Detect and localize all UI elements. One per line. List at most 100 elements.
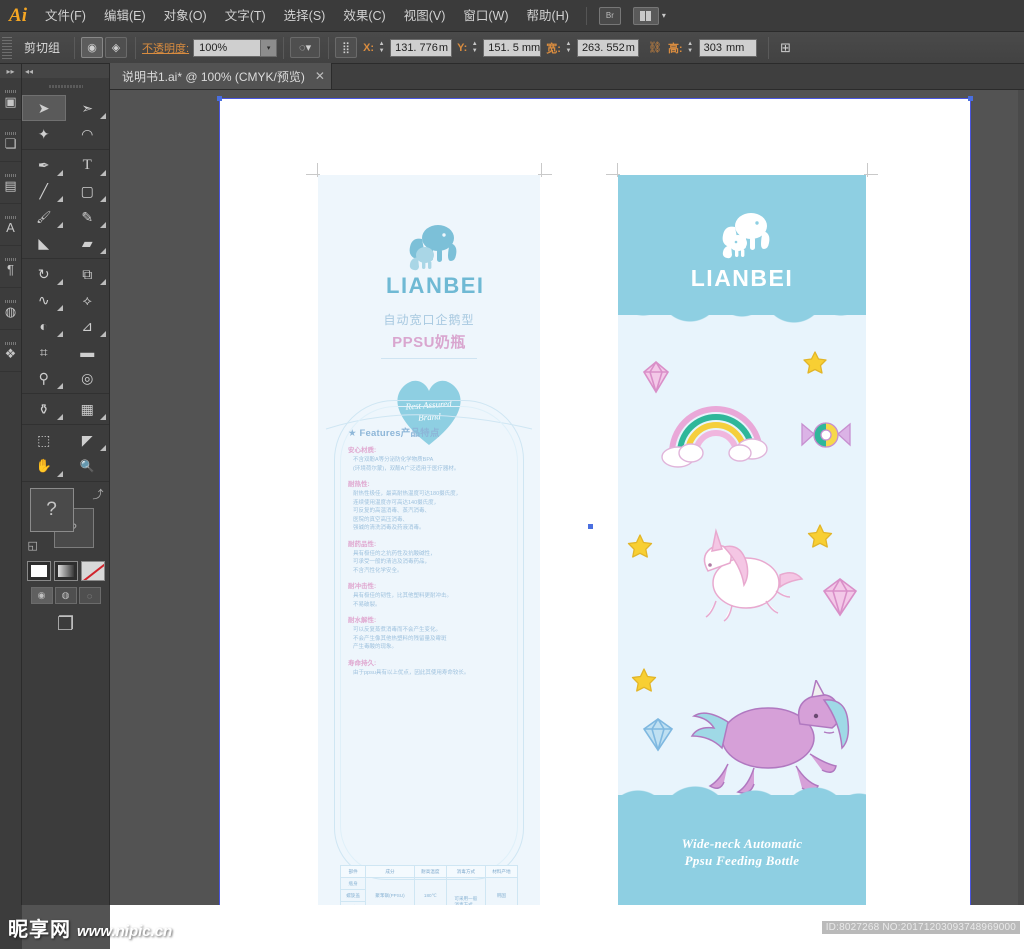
width-tool[interactable]: ∿: [22, 287, 66, 313]
paintbrush-tool[interactable]: 🖌: [22, 204, 66, 230]
layers-icon: ❖: [4, 345, 17, 361]
menu-type[interactable]: 文字(T): [216, 0, 275, 32]
artboard-tool[interactable]: ⬚: [22, 427, 66, 453]
swap-fill-stroke-icon[interactable]: ⤴: [93, 486, 104, 502]
eraser-tool[interactable]: ▰: [66, 230, 110, 256]
paragraph-icon: ¶: [7, 261, 14, 277]
features-block: ★ Features产品特点 安心材质: 不含双酚A等分泌防化学物质BPA (环…: [348, 425, 514, 677]
yellow-star-icon: [631, 668, 657, 692]
x-stepper[interactable]: ▲ ▼: [376, 39, 387, 57]
bridge-icon[interactable]: Br: [598, 6, 621, 25]
rotate-tool[interactable]: ↻: [22, 261, 66, 287]
fill-swatch[interactable]: ?: [29, 488, 74, 532]
pencil-tool[interactable]: ✎: [66, 204, 110, 230]
column-graph-tool[interactable]: ▦: [66, 396, 110, 422]
feature-section: 耐热性: 耐热性极佳，最高耐热温度可达180摄氏度， 连续使用温度亦可高达140…: [348, 478, 514, 533]
control-bar-grip[interactable]: [2, 36, 12, 59]
symbol-sprayer-tool[interactable]: ⚱: [22, 396, 66, 422]
panel-brushes[interactable]: ◍: [0, 288, 21, 330]
chevron-down-icon[interactable]: ▾: [260, 39, 277, 56]
menu-edit[interactable]: 编辑(E): [95, 0, 155, 32]
pencil-icon: ✎: [81, 208, 94, 225]
type-tool[interactable]: T: [66, 152, 110, 178]
yellow-star-icon: [807, 524, 833, 548]
panel-artboards[interactable]: ▣: [0, 78, 21, 120]
scale-tool[interactable]: ⧉: [66, 261, 110, 287]
panel-character[interactable]: A: [0, 204, 21, 246]
artwork-right-page[interactable]: LIANBEI Wide-neck Automatic Ppsu Feeding…: [618, 175, 866, 905]
zoom-tool[interactable]: 🔍: [66, 453, 110, 479]
eyedropper-tool[interactable]: ⚲: [22, 365, 66, 391]
left-page-logo: LIANBEI: [386, 221, 483, 299]
transform-each-icon[interactable]: ◈: [105, 37, 128, 58]
close-icon[interactable]: ✕: [315, 69, 325, 83]
pen-tool[interactable]: ✒: [22, 152, 66, 178]
canvas-area[interactable]: LIANBEI 自动宽口企鹅型 PPSU奶瓶 Rest Assured Bran…: [110, 90, 1024, 905]
center-anchor-point[interactable]: [588, 524, 593, 529]
height-stepper[interactable]: ▲ ▼: [685, 39, 696, 57]
draw-normal-mode[interactable]: ◉: [30, 587, 53, 604]
rectangle-tool[interactable]: ▢: [66, 178, 110, 204]
menu-file[interactable]: 文件(F): [36, 0, 95, 32]
y-stepper[interactable]: ▲ ▼: [469, 39, 480, 57]
color-swatch[interactable]: [26, 561, 51, 581]
panel-pathfinder[interactable]: ❏: [0, 120, 21, 162]
draw-inside-mode[interactable]: ◌: [78, 587, 101, 604]
isolate-selected-icon[interactable]: ◉: [81, 37, 104, 58]
free-transform-tool[interactable]: ⟡: [66, 287, 110, 313]
chevron-down-icon[interactable]: ▾: [662, 11, 666, 20]
menu-object[interactable]: 对象(O): [155, 0, 216, 32]
menu-effect[interactable]: 效果(C): [334, 0, 394, 32]
reference-point-icon[interactable]: ⣿: [335, 37, 358, 58]
document-tab[interactable]: 说明书1.ai* @ 100% (CMYK/预览) ✕: [110, 63, 332, 89]
panel-paragraph[interactable]: ¶: [0, 246, 21, 288]
crop-mark: [867, 163, 868, 177]
expand-panels-icon[interactable]: ▸▸: [0, 64, 21, 78]
selection-tool[interactable]: ➤: [22, 95, 66, 121]
gradient-swatch[interactable]: [53, 561, 78, 581]
change-screen-mode-icon[interactable]: ❐: [57, 613, 74, 636]
menu-window[interactable]: 窗口(W): [454, 0, 517, 32]
fill-stroke-indicator: ? ? ⤴ ◱: [28, 486, 104, 552]
menu-view[interactable]: 视图(V): [395, 0, 455, 32]
opacity-label[interactable]: 不透明度:: [142, 40, 189, 56]
width-label: 宽:: [546, 42, 561, 55]
none-swatch[interactable]: [80, 561, 105, 581]
direct-selection-tool[interactable]: ➣: [66, 95, 110, 121]
graphic-style-icon[interactable]: ◌▾: [290, 37, 321, 58]
line-segment-tool[interactable]: ╱: [22, 178, 66, 204]
magic-wand-tool[interactable]: ✦: [22, 121, 66, 147]
perspective-grid-tool[interactable]: ⊿: [66, 313, 110, 339]
panel-layers[interactable]: ❖: [0, 330, 21, 372]
lasso-tool[interactable]: ◠: [66, 121, 110, 147]
selection-tool-icon: ➤: [37, 99, 50, 116]
menu-select[interactable]: 选择(S): [275, 0, 335, 32]
y-value: 151. 5: [488, 41, 519, 54]
hand-tool[interactable]: ✋: [22, 453, 66, 479]
blend-tool[interactable]: ◎: [66, 365, 110, 391]
shape-builder-icon: ◐: [39, 318, 48, 334]
draw-behind-icon: ◍: [61, 590, 70, 600]
shape-builder-tool[interactable]: ◐: [22, 313, 66, 339]
menu-help[interactable]: 帮助(H): [518, 0, 578, 32]
transform-panel-icon[interactable]: ⊞: [775, 37, 797, 58]
feature-heading: 耐热性:: [348, 481, 370, 488]
table-header-cell: 消毒方式: [445, 865, 486, 878]
blob-brush-tool[interactable]: ◣: [22, 230, 66, 256]
opacity-combo[interactable]: 100% ▾: [193, 38, 278, 57]
toolbox-collapse-icon[interactable]: ◂◂: [22, 64, 109, 78]
panel-align[interactable]: ▤: [0, 162, 21, 204]
gradient-tool[interactable]: ▬: [66, 339, 110, 365]
default-fill-stroke-icon[interactable]: ◱: [28, 539, 38, 552]
arrange-documents-icon[interactable]: [632, 6, 659, 25]
artwork-left-page[interactable]: LIANBEI 自动宽口企鹅型 PPSU奶瓶 Rest Assured Bran…: [318, 175, 540, 905]
slice-tool[interactable]: ◤: [66, 427, 110, 453]
y-unit: mm: [521, 41, 541, 54]
draw-behind-mode[interactable]: ◍: [54, 587, 77, 604]
watermark-site-url: www.nipic.cn: [77, 923, 173, 940]
toolbox-grip[interactable]: [48, 81, 83, 91]
link-proportions-icon[interactable]: ⛓: [644, 37, 666, 58]
width-stepper[interactable]: ▲ ▼: [563, 39, 574, 57]
mesh-tool[interactable]: ⌗: [22, 339, 66, 365]
feature-line: 可承受一般的清洁及消毒药品，: [353, 559, 431, 565]
